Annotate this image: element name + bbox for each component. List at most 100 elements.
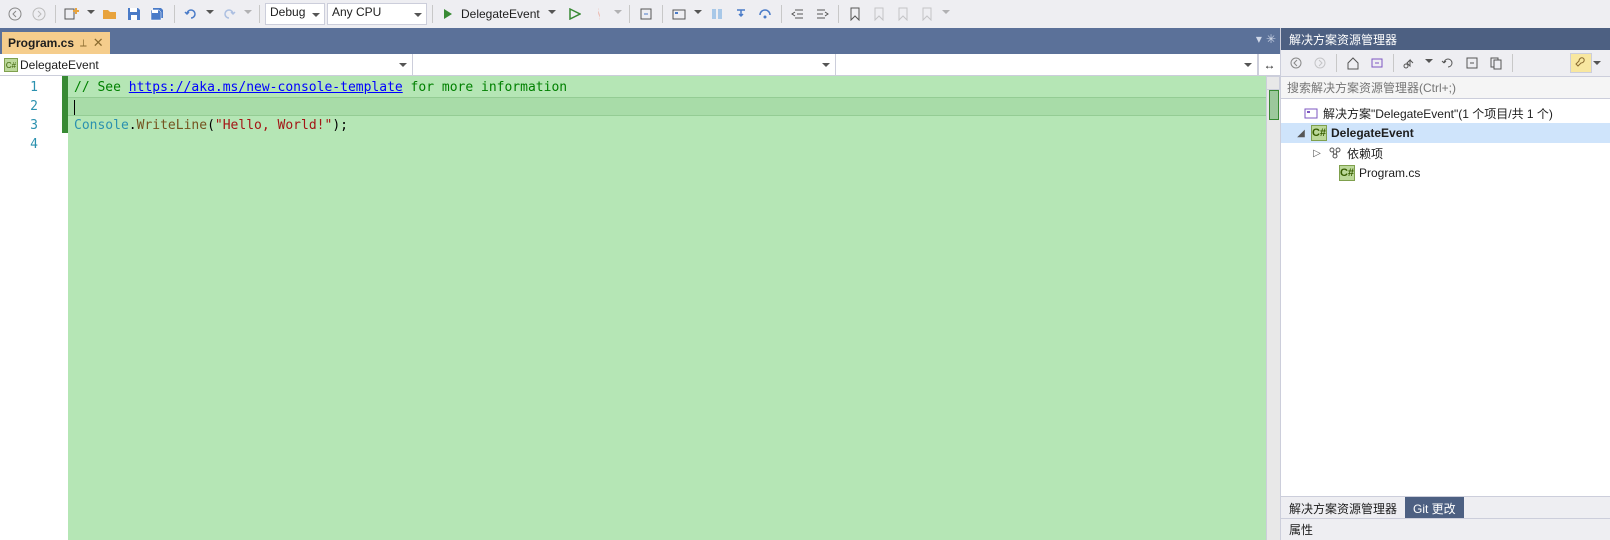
split-editor-button[interactable]: ↔	[1258, 54, 1280, 75]
nav-forward-button[interactable]	[28, 3, 50, 25]
se-forward-button[interactable]	[1309, 52, 1331, 74]
start-debug-button[interactable]: DelegateEvent	[438, 3, 562, 25]
se-properties-button[interactable]	[1570, 53, 1592, 73]
split-grip[interactable]	[1266, 76, 1280, 90]
separator	[629, 5, 630, 23]
main-toolbar: Debug Any CPU DelegateEvent	[0, 0, 1610, 28]
separator	[174, 5, 175, 23]
tab-settings-icon[interactable]: ✳	[1266, 32, 1276, 46]
undo-dropdown[interactable]	[204, 10, 216, 18]
code-line-current	[68, 97, 1266, 116]
solution-label: 解决方案"DelegateEvent"(1 个项目/共 1 个)	[1323, 105, 1553, 122]
nav-back-button[interactable]	[4, 3, 26, 25]
bookmark-dropdown[interactable]	[940, 10, 952, 18]
hot-reload-button[interactable]	[588, 3, 610, 25]
document-tabstrip: Program.cs ⟂ ✕ ▾ ✳	[0, 28, 1280, 54]
line-number-gutter: 1 2 3 4	[0, 76, 62, 540]
text-caret	[74, 100, 75, 115]
main-area: Program.cs ⟂ ✕ ▾ ✳ C# DelegateEvent ↔ 1 …	[0, 28, 1610, 540]
undo-button[interactable]	[180, 3, 202, 25]
outdent-button[interactable]	[787, 3, 809, 25]
se-show-all-files-button[interactable]	[1485, 52, 1507, 74]
scope-dropdown[interactable]: C# DelegateEvent	[0, 54, 413, 75]
right-pane-tabs: 解决方案资源管理器 Git 更改	[1281, 496, 1610, 518]
code-line	[74, 135, 1266, 154]
redo-button[interactable]	[218, 3, 240, 25]
indent-button[interactable]	[811, 3, 833, 25]
vertical-scrollbar[interactable]	[1266, 76, 1280, 540]
pin-icon[interactable]: ⟂	[80, 38, 87, 49]
se-home-button[interactable]	[1342, 52, 1364, 74]
tabstrip-tools: ▾ ✳	[1256, 32, 1276, 46]
se-sync-dropdown[interactable]	[1423, 59, 1435, 67]
code-editor[interactable]: // See https://aka.ms/new-console-templa…	[68, 76, 1266, 540]
csharp-icon: C#	[4, 58, 18, 72]
close-tab-icon[interactable]: ✕	[93, 35, 104, 51]
solution-search-input[interactable]	[1281, 77, 1610, 98]
open-file-button[interactable]	[99, 3, 121, 25]
se-sync-button[interactable]	[1399, 52, 1421, 74]
solution-explorer-panel: 解决方案资源管理器 解决方案"DelegateEvent"(1 个项目/共	[1280, 28, 1610, 540]
step-over-button[interactable]	[754, 3, 776, 25]
prev-bookmark-button[interactable]	[868, 3, 890, 25]
redo-dropdown[interactable]	[242, 10, 254, 18]
dependencies-node[interactable]: ▷ 依赖项	[1281, 143, 1610, 163]
solution-search-box[interactable]	[1281, 77, 1610, 99]
se-switch-views-button[interactable]	[1366, 52, 1388, 74]
se-refresh-button[interactable]	[1437, 52, 1459, 74]
scope-label: DelegateEvent	[20, 58, 99, 72]
tool-button-1[interactable]	[635, 3, 657, 25]
line-number: 3	[0, 116, 38, 135]
project-node[interactable]: ◢ C# DelegateEvent	[1281, 123, 1610, 143]
project-label: DelegateEvent	[1331, 126, 1414, 140]
code-line: // See https://aka.ms/new-console-templa…	[74, 78, 1266, 97]
separator	[781, 5, 782, 23]
play-icon	[444, 9, 457, 19]
solution-icon	[1303, 105, 1319, 121]
se-back-button[interactable]	[1285, 52, 1307, 74]
type-dropdown[interactable]	[413, 54, 836, 75]
solution-node[interactable]: 解决方案"DelegateEvent"(1 个项目/共 1 个)	[1281, 103, 1610, 123]
new-item-dropdown[interactable]	[85, 10, 97, 18]
tab-solution-explorer[interactable]: 解决方案资源管理器	[1281, 497, 1405, 518]
solution-explorer-header[interactable]: 解决方案资源管理器	[1281, 28, 1610, 50]
dependencies-label: 依赖项	[1347, 145, 1383, 162]
document-tab[interactable]: Program.cs ⟂ ✕	[2, 32, 110, 54]
bookmark-button[interactable]	[844, 3, 866, 25]
member-dropdown[interactable]	[836, 54, 1259, 75]
clear-bookmarks-button[interactable]	[916, 3, 938, 25]
tab-overflow-icon[interactable]: ▾	[1256, 32, 1262, 46]
hot-reload-dropdown[interactable]	[612, 10, 624, 18]
tool-button-3[interactable]	[706, 3, 728, 25]
save-button[interactable]	[123, 3, 145, 25]
dependencies-icon	[1327, 145, 1343, 161]
tool-dropdown-2[interactable]	[692, 10, 704, 18]
csharp-file-icon: C#	[1339, 165, 1355, 181]
platform-dropdown[interactable]: Any CPU	[327, 3, 427, 25]
start-without-debug-button[interactable]	[564, 3, 586, 25]
separator	[1393, 54, 1394, 72]
expander-icon[interactable]: ▷	[1311, 148, 1323, 159]
separator	[662, 5, 663, 23]
se-collapse-all-button[interactable]	[1461, 52, 1483, 74]
doc-link[interactable]: https://aka.ms/new-console-template	[129, 80, 403, 95]
step-into-button[interactable]	[730, 3, 752, 25]
solution-tree[interactable]: 解决方案"DelegateEvent"(1 个项目/共 1 个) ◢ C# De…	[1281, 99, 1610, 496]
file-label: Program.cs	[1359, 166, 1420, 180]
line-number: 2	[0, 97, 38, 116]
next-bookmark-button[interactable]	[892, 3, 914, 25]
solution-explorer-toolbar	[1281, 50, 1610, 77]
save-all-button[interactable]	[147, 3, 169, 25]
new-item-button[interactable]	[61, 3, 83, 25]
properties-panel-header[interactable]: 属性	[1281, 518, 1610, 540]
separator	[259, 5, 260, 23]
file-node[interactable]: C# Program.cs	[1281, 163, 1610, 183]
configuration-dropdown[interactable]: Debug	[265, 3, 325, 25]
tool-button-2[interactable]	[668, 3, 690, 25]
expander-icon[interactable]: ◢	[1295, 128, 1307, 139]
code-line: Console.WriteLine("Hello, World!");	[74, 116, 1266, 135]
separator	[432, 5, 433, 23]
separator	[1512, 54, 1513, 72]
tab-git-changes[interactable]: Git 更改	[1405, 497, 1464, 518]
editor-area: 1 2 3 4 // See https://aka.ms/new-consol…	[0, 76, 1280, 540]
